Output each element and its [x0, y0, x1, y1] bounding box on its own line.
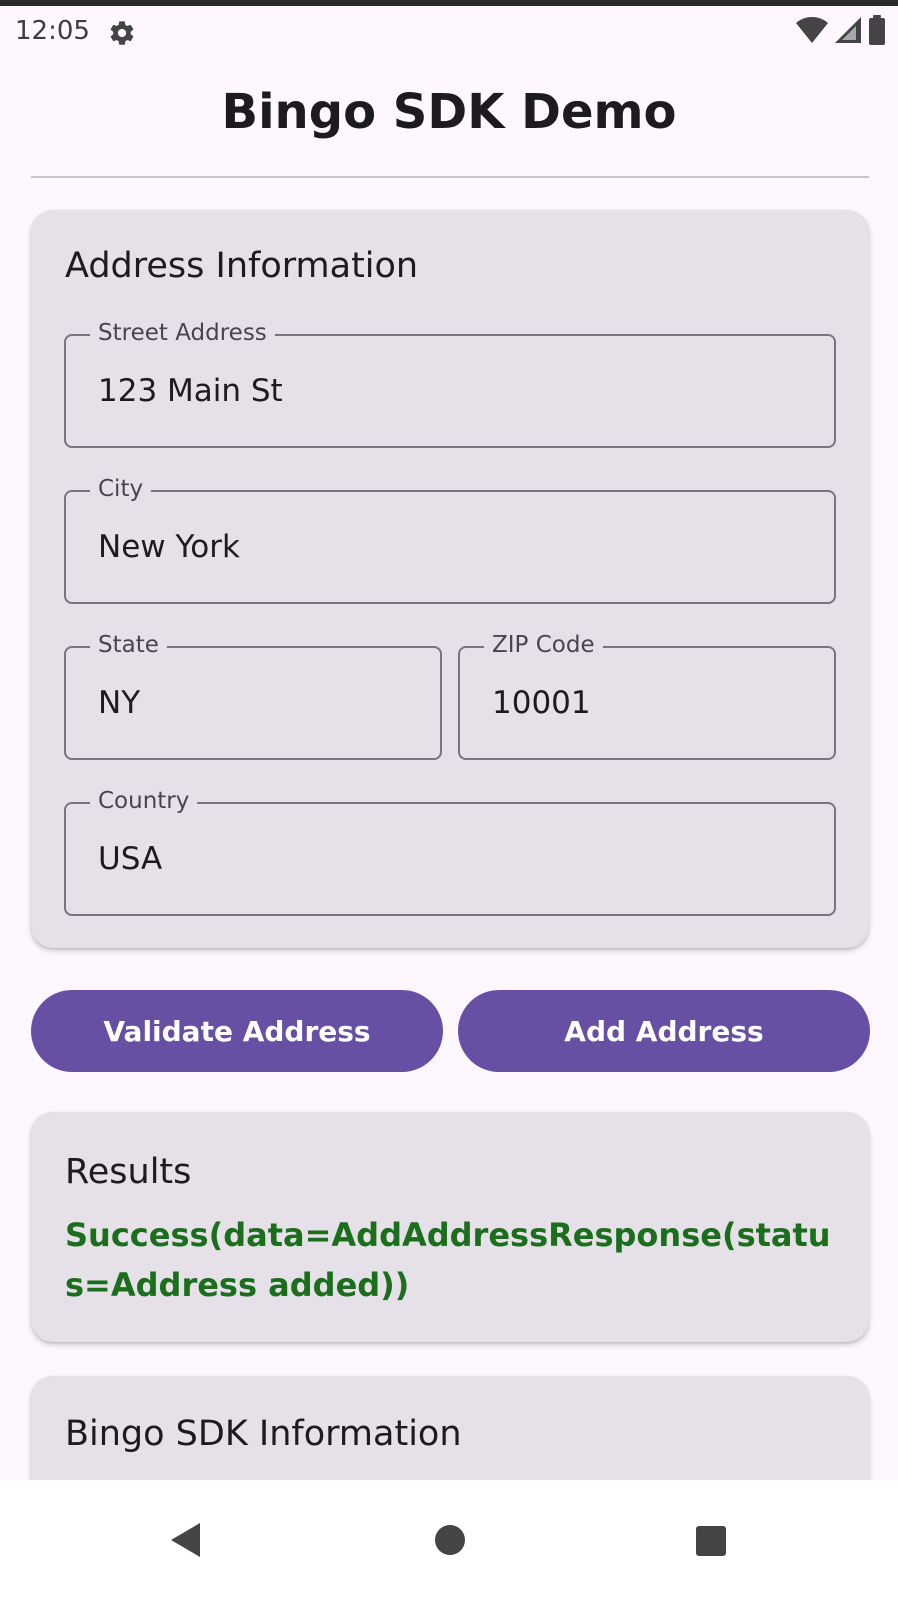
title-divider	[31, 176, 869, 178]
results-card: Results Success(data=AddAddressResponse(…	[31, 1112, 869, 1342]
zip-code-field[interactable]: ZIP Code 10001	[458, 631, 836, 760]
state-value: NY	[98, 685, 141, 721]
zip-code-value: 10001	[492, 685, 591, 721]
app-title: Bingo SDK Demo	[221, 84, 677, 140]
back-icon[interactable]	[170, 1522, 202, 1563]
settings-icon	[108, 19, 136, 47]
status-bar: 12:05	[0, 6, 898, 58]
result-message: Success(data=AddAddressResponse(status=A…	[65, 1216, 831, 1304]
status-icons	[796, 14, 886, 50]
city-label: City	[90, 475, 152, 503]
battery-icon	[868, 14, 886, 50]
address-card-title: Address Information	[65, 246, 419, 286]
city-value: New York	[98, 529, 240, 565]
home-icon[interactable]	[434, 1524, 466, 1561]
address-information-card: Address Information Street Address 123 M…	[31, 210, 869, 948]
country-label: Country	[90, 787, 198, 815]
street-address-value: 123 Main St	[98, 373, 283, 409]
country-field[interactable]: Country USA	[64, 787, 836, 916]
recents-icon[interactable]	[696, 1526, 726, 1561]
signal-icon	[834, 16, 862, 49]
country-value: USA	[98, 841, 163, 877]
state-label: State	[90, 631, 167, 659]
navigation-bar	[0, 1480, 898, 1610]
street-address-label: Street Address	[90, 319, 275, 347]
status-time: 12:05	[15, 16, 90, 46]
results-card-title: Results	[65, 1152, 192, 1192]
sdk-card-title: Bingo SDK Information	[65, 1414, 462, 1454]
add-address-button[interactable]: Add Address	[458, 990, 870, 1072]
validate-address-button[interactable]: Validate Address	[31, 990, 443, 1072]
street-address-field[interactable]: Street Address 123 Main St	[64, 319, 836, 448]
city-field[interactable]: City New York	[64, 475, 836, 604]
zip-code-label: ZIP Code	[484, 631, 603, 659]
wifi-icon	[796, 16, 828, 49]
state-field[interactable]: State NY	[64, 631, 442, 760]
